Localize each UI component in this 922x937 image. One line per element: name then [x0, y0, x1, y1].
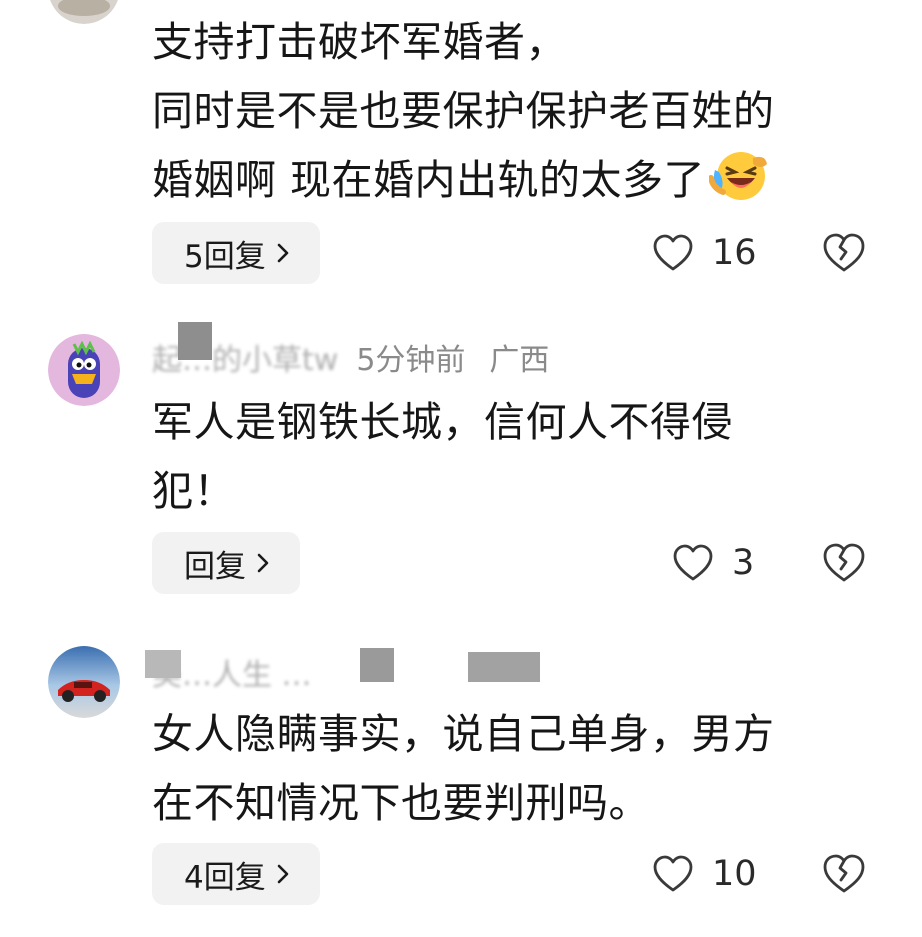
comment-text-line: 女人隐瞒事实，说自己单身，男方 — [152, 710, 775, 758]
comment-text-line: 婚姻啊 现在婚内出轨的太多了 — [152, 156, 706, 204]
reply-button[interactable]: 4回复 — [152, 843, 320, 905]
like-button[interactable]: 10 — [652, 843, 757, 905]
broken-heart-icon[interactable] — [822, 852, 866, 896]
comment-text-line: 犯！ — [152, 467, 235, 515]
location: 广西 — [489, 343, 550, 378]
broken-heart-icon[interactable] — [822, 541, 866, 585]
comment-text-line-wrap: 婚姻啊 现在婚内出轨的太多了 — [152, 146, 872, 215]
comment-text-line: 同时是不是也要保护保护老百姓的 — [152, 87, 775, 135]
comment-text-line: 军人是钢铁长城，信何人不得侵 — [152, 398, 733, 446]
heart-outline-icon — [653, 234, 693, 271]
username-mosaic — [178, 322, 212, 360]
comment-text: 女人隐瞒事实，说自己单身，男方 在不知情况下也要判刑吗。 — [152, 700, 872, 838]
like-count: 10 — [712, 854, 757, 894]
comment-text: 支持打击破坏军婚者， 同时是不是也要保护保护老百姓的 婚姻啊 现在婚内出轨的太多… — [152, 8, 872, 215]
heart-outline-icon — [673, 544, 713, 581]
avatar[interactable] — [48, 0, 120, 24]
reply-button[interactable]: 5回复 — [152, 222, 320, 284]
timestamp: 5分钟前 — [356, 343, 466, 378]
reply-button-label: 回复 — [184, 548, 246, 585]
heart-outline-icon — [653, 855, 693, 892]
comment-text: 军人是钢铁长城，信何人不得侵 犯！ — [152, 388, 872, 526]
username-mosaic — [145, 650, 181, 678]
reply-button-label: 4回复 — [184, 859, 266, 896]
broken-heart-icon[interactable] — [822, 231, 866, 275]
reply-button-label: 5回复 — [184, 238, 266, 275]
like-count: 3 — [732, 543, 755, 583]
username-mosaic — [360, 648, 394, 682]
reply-button[interactable]: 回复 — [152, 532, 300, 594]
username-mosaic — [468, 652, 540, 682]
chevron-right-icon — [277, 243, 289, 263]
chevron-right-icon — [257, 553, 269, 573]
avatar[interactable] — [48, 646, 120, 718]
laughing-crying-emoji-icon — [709, 152, 768, 200]
like-button[interactable]: 16 — [652, 222, 757, 284]
like-count: 16 — [712, 233, 757, 273]
like-button[interactable]: 3 — [672, 532, 754, 594]
chevron-right-icon — [277, 864, 289, 884]
comment-text-line: 在不知情况下也要判刑吗。 — [152, 779, 650, 827]
comment-text-line: 支持打击破坏军婚者， — [152, 18, 567, 66]
avatar[interactable] — [48, 334, 120, 406]
